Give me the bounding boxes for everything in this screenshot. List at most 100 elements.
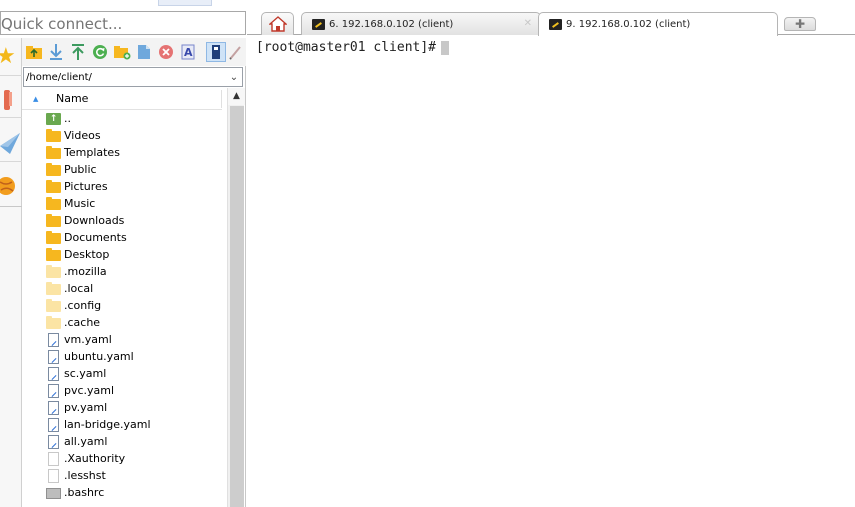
download-icon: [50, 44, 62, 60]
browser-button[interactable]: [0, 166, 22, 204]
home-tab[interactable]: [261, 12, 294, 35]
file-name: Documents: [64, 231, 127, 244]
name-column-header[interactable]: ▲ Name: [22, 88, 222, 110]
top-toolbar-fragment: [158, 0, 212, 6]
path-combobox[interactable]: /home/client/ ⌄: [23, 67, 243, 87]
list-item[interactable]: .local: [22, 280, 227, 297]
terminal-prompt: [root@master01 client]#: [256, 40, 437, 55]
list-item[interactable]: Public: [22, 161, 227, 178]
tab-label: 6. 192.168.0.102 (client): [329, 18, 454, 30]
new-file-button[interactable]: [134, 42, 154, 62]
vertical-scrollbar[interactable]: ▲: [227, 88, 245, 507]
list-item[interactable]: Documents: [22, 229, 227, 246]
scroll-thumb[interactable]: [230, 106, 244, 507]
close-icon[interactable]: ✕: [524, 18, 532, 29]
folder-icon: [45, 128, 63, 143]
list-item[interactable]: Pictures: [22, 178, 227, 195]
new-file-icon: [138, 45, 150, 59]
terminal-tab-icon: [312, 18, 325, 30]
dock-separator: [0, 206, 22, 207]
file-name: .mozilla: [64, 265, 107, 278]
file-name: Templates: [64, 146, 120, 159]
upload-button[interactable]: [68, 42, 88, 62]
list-item[interactable]: ubuntu.yaml: [22, 348, 227, 365]
list-item[interactable]: .config: [22, 297, 227, 314]
list-item[interactable]: .Xauthority: [22, 450, 227, 467]
config-file-icon: [45, 486, 63, 500]
file-name: pv.yaml: [64, 401, 108, 414]
file-name: .cache: [64, 316, 101, 329]
file-name: Pictures: [64, 180, 108, 193]
list-item[interactable]: .lesshst: [22, 467, 227, 484]
list-item[interactable]: Videos: [22, 127, 227, 144]
list-item[interactable]: vm.yaml: [22, 331, 227, 348]
list-item[interactable]: pvc.yaml: [22, 382, 227, 399]
tools-button[interactable]: [0, 80, 22, 118]
list-item[interactable]: all.yaml: [22, 433, 227, 450]
text-file-icon: [45, 417, 63, 432]
path-text: /home/client/: [26, 71, 92, 83]
list-item[interactable]: Desktop: [22, 246, 227, 263]
text-file-icon: [45, 349, 63, 364]
file-name: .lesshst: [64, 469, 106, 482]
list-item[interactable]: Downloads: [22, 212, 227, 229]
list-item[interactable]: lan-bridge.yaml: [22, 416, 227, 433]
sftp-toolbar: A: [22, 38, 246, 66]
refresh-button[interactable]: [90, 42, 110, 62]
quick-connect-input[interactable]: [0, 11, 246, 35]
home-icon: [268, 16, 287, 32]
text-mode-button[interactable]: A: [178, 42, 198, 62]
download-button[interactable]: [46, 42, 66, 62]
terminal-tab-icon: [549, 19, 562, 30]
new-tab-button[interactable]: ✚: [784, 17, 816, 31]
tab-session-9[interactable]: 9. 192.168.0.102 (client): [538, 12, 778, 36]
list-item[interactable]: pv.yaml: [22, 399, 227, 416]
upload-folder-icon: [26, 46, 42, 59]
file-name: lan-bridge.yaml: [64, 418, 151, 431]
hidden-folder-icon: [45, 281, 63, 296]
session-tab-bar: 6. 192.168.0.102 (client) ✕ 9. 192.168.0…: [247, 11, 855, 36]
list-item[interactable]: sc.yaml: [22, 365, 227, 382]
sessions-button[interactable]: ★: [0, 38, 22, 76]
terminal-area[interactable]: [root@master01 client]#: [247, 36, 855, 507]
text-file-icon: [45, 434, 63, 449]
list-item[interactable]: Music: [22, 195, 227, 212]
file-name: ubuntu.yaml: [64, 350, 134, 363]
folder-icon: [45, 145, 63, 160]
new-folder-button[interactable]: [112, 42, 132, 62]
list-item[interactable]: ↑..: [22, 110, 227, 127]
send-button[interactable]: [0, 124, 22, 162]
file-name: .config: [64, 299, 102, 312]
file-name: Desktop: [64, 248, 110, 261]
folder-icon: [45, 213, 63, 228]
side-dock: ★: [0, 38, 22, 507]
file-name: Videos: [64, 129, 101, 142]
tab-session-6[interactable]: 6. 192.168.0.102 (client) ✕: [301, 12, 541, 35]
list-item[interactable]: .bashrc: [22, 484, 227, 501]
file-name: pvc.yaml: [64, 384, 115, 397]
upload-folder-button[interactable]: [24, 42, 44, 62]
prompt-line: [root@master01 client]#: [256, 40, 450, 55]
name-column-label: Name: [56, 92, 89, 105]
folder-icon: [45, 247, 63, 262]
plus-icon: ✚: [794, 17, 806, 31]
scroll-up-icon[interactable]: ▲: [228, 88, 245, 105]
file-list: ▲ Name ↑.. Videos Templates Public Pictures M…: [22, 88, 246, 507]
list-item[interactable]: .mozilla: [22, 263, 227, 280]
text-file-icon: [45, 366, 63, 381]
binary-mode-button[interactable]: [206, 42, 226, 62]
folder-icon: [45, 196, 63, 211]
chevron-down-icon[interactable]: ⌄: [226, 72, 242, 83]
star-icon: ★: [0, 45, 16, 68]
edit-button[interactable]: [228, 42, 242, 62]
file-name: vm.yaml: [64, 333, 112, 346]
hidden-folder-icon: [45, 264, 63, 279]
list-item[interactable]: Templates: [22, 144, 227, 161]
blank-file-icon: [45, 451, 63, 466]
paper-plane-icon: [0, 132, 20, 154]
sftp-browser: A /home/client/ ⌄ ▲ Name ↑.. Videos Templa…: [22, 38, 246, 507]
delete-button[interactable]: [156, 42, 176, 62]
text-file-icon: [45, 332, 63, 347]
list-item[interactable]: .cache: [22, 314, 227, 331]
file-name: .local: [64, 282, 94, 295]
